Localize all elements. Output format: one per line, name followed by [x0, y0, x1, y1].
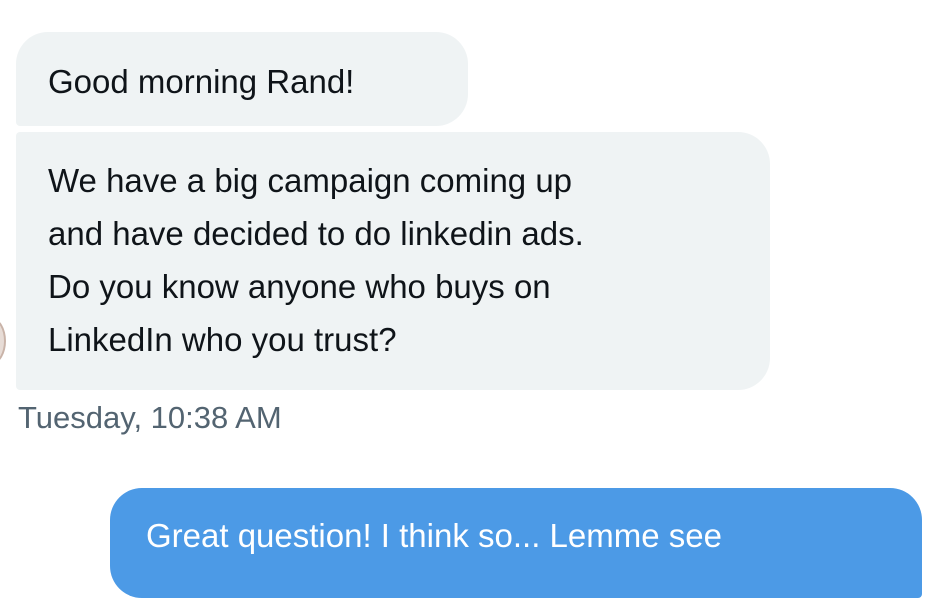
- message-text-line: We have a big campaign coming up: [48, 162, 573, 199]
- message-text: Great question! I think so... Lemme see: [146, 517, 722, 554]
- message-timestamp: Tuesday, 10:38 AM: [18, 400, 282, 435]
- message-text: Good morning Rand!: [48, 63, 355, 100]
- message-text-line: and have decided to do linkedin ads.: [48, 215, 584, 252]
- message-text-line: Do you know anyone who buys on: [48, 268, 551, 305]
- message-text-line: LinkedIn who you trust?: [48, 321, 397, 358]
- sender-avatar[interactable]: [0, 318, 6, 364]
- incoming-message-bubble[interactable]: We have a big campaign coming up and hav…: [16, 132, 770, 390]
- outgoing-message-bubble[interactable]: Great question! I think so... Lemme see: [110, 488, 922, 598]
- incoming-message-bubble[interactable]: Good morning Rand!: [16, 32, 468, 126]
